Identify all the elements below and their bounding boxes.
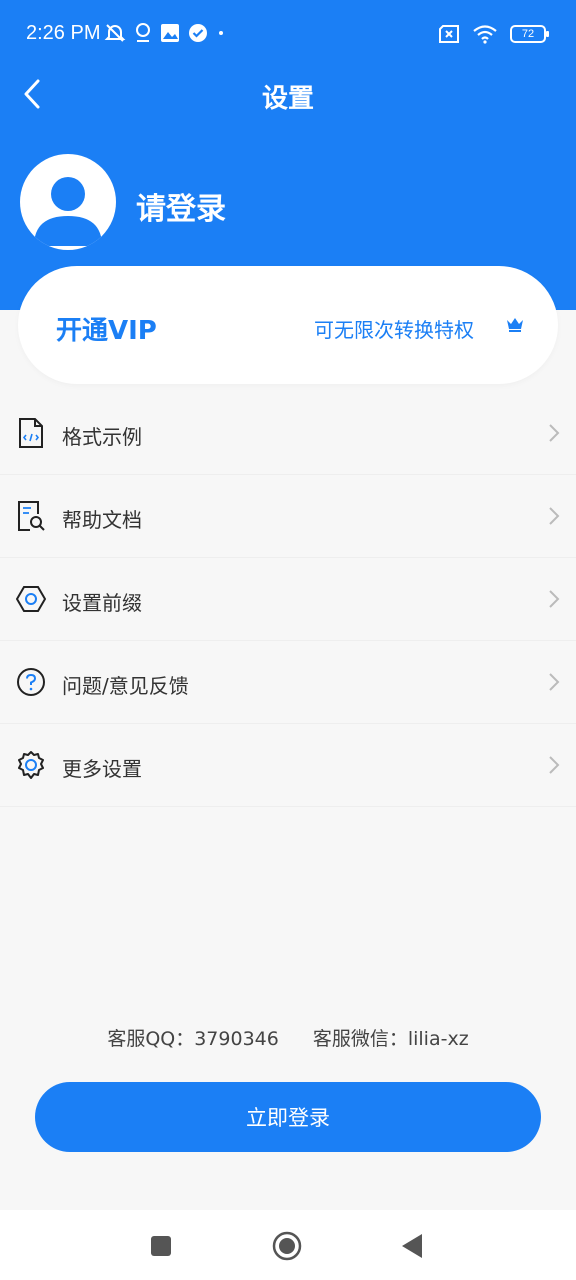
back-nav-button[interactable] [396,1230,428,1262]
menu-item-feedback[interactable]: 问题/意见反馈 [0,641,576,724]
square-icon [151,1236,171,1256]
dot-icon [219,31,223,35]
avatar[interactable] [20,154,116,250]
menu-item-more-settings[interactable]: 更多设置 [0,724,576,807]
hexagon-nut-icon [16,586,46,612]
question-circle-icon [17,668,45,696]
user-avatar-icon [34,177,102,246]
triangle-back-icon [402,1234,422,1258]
settings-menu: 格式示例 帮助文档 设置前缀 问题/意见反馈 更多设置 [0,392,576,807]
customer-service-wechat: 客服微信：lilia-xz [312,1028,469,1050]
settings-screen: 2:26 PM 72 设置 请登录 开通VIP 可无限次转换特权 格式示例 帮助… [0,0,576,1280]
location-pin-icon [136,23,150,42]
menu-item-label: 更多设置 [62,757,142,781]
status-system-icons: 72 [438,24,549,44]
menu-item-label: 问题/意见反馈 [62,674,189,698]
home-button[interactable] [271,1230,303,1262]
menu-item-format-examples[interactable]: 格式示例 [0,392,576,475]
circle-home-icon [272,1231,302,1261]
chevron-right-icon [549,424,560,442]
chevron-right-icon [549,507,560,525]
vip-description: 可无限次转换特权 [314,318,474,342]
login-prompt[interactable]: 请登录 [136,184,226,228]
wifi-icon [473,25,497,44]
battery-icon: 72 [510,25,549,43]
menu-item-help-docs[interactable]: 帮助文档 [0,475,576,558]
login-button[interactable]: 立即登录 [35,1082,541,1152]
search-document-icon [18,501,45,531]
menu-item-label: 格式示例 [62,425,142,449]
page-title: 设置 [261,84,314,114]
system-nav-bar [0,1210,576,1280]
status-time: 2:26 PM [26,22,101,44]
mute-bell-icon [104,24,126,42]
no-sim-icon [439,25,459,43]
menu-item-set-prefix[interactable]: 设置前缀 [0,558,576,641]
code-file-icon [19,418,43,448]
contact-info: 客服QQ：3790346 客服微信：lilia-xz [0,1024,576,1051]
status-bar: 2:26 PM 72 [0,0,576,70]
check-circle-icon [189,24,207,42]
crown-icon [507,318,523,332]
vip-title: 开通VIP [56,316,157,346]
image-icon [161,24,179,42]
gear-icon [18,751,44,779]
customer-service-qq: 客服QQ：3790346 [107,1028,279,1050]
menu-item-label: 帮助文档 [62,508,142,532]
status-notification-icons [104,22,226,44]
vip-card[interactable]: 开通VIP 可无限次转换特权 [18,266,558,384]
chevron-right-icon [549,590,560,608]
chevron-right-icon [549,673,560,691]
menu-item-label: 设置前缀 [62,591,142,615]
recent-apps-button[interactable] [145,1230,177,1262]
chevron-right-icon [549,756,560,774]
